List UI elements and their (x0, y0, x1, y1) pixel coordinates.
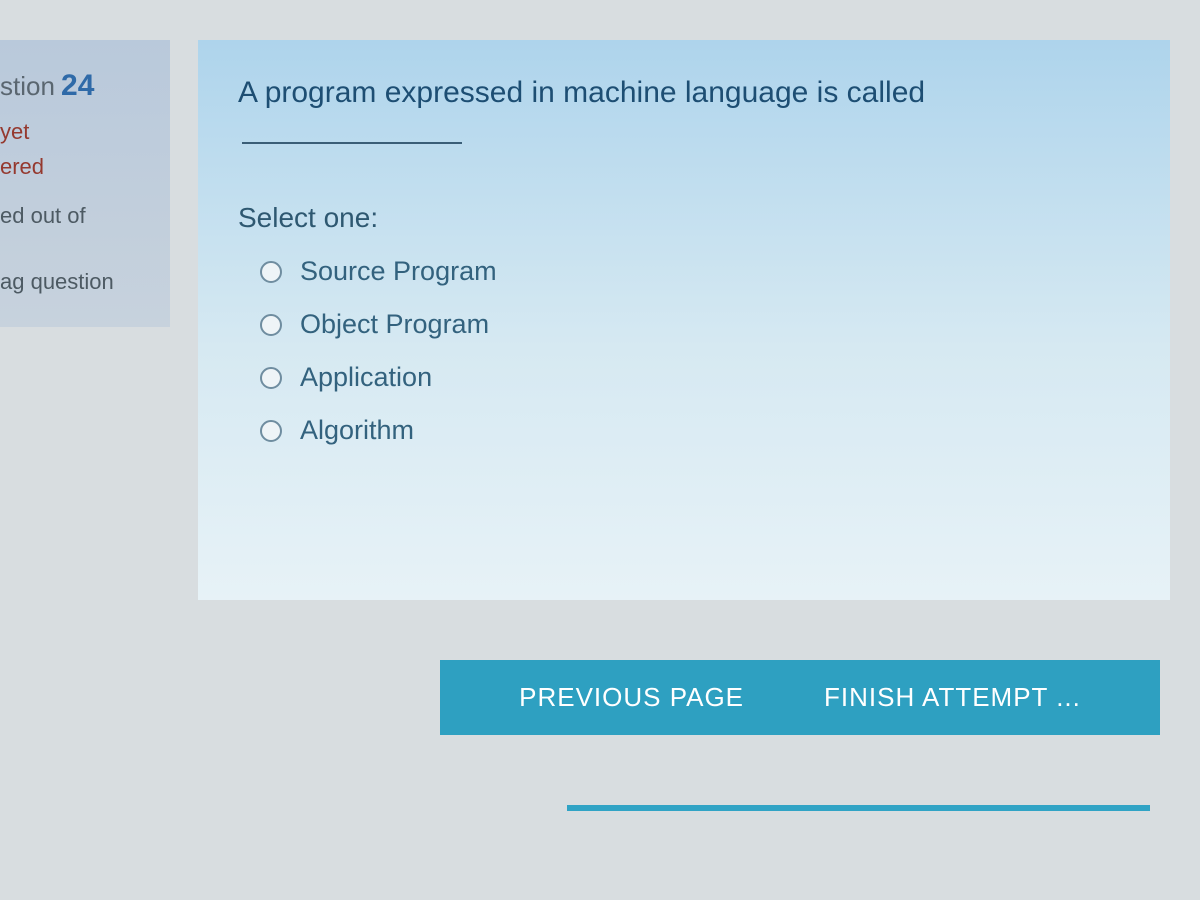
option-source-program[interactable]: Source Program (260, 256, 1130, 287)
question-stem: A program expressed in machine language … (238, 76, 925, 109)
radio-icon (260, 420, 282, 442)
flag-question-link[interactable]: ag question (0, 264, 160, 299)
select-one-label: Select one: (238, 202, 1130, 234)
radio-icon (260, 261, 282, 283)
question-card: A program expressed in machine language … (198, 40, 1170, 600)
option-label: Source Program (300, 256, 497, 287)
divider-line (567, 805, 1150, 811)
question-text: A program expressed in machine language … (238, 72, 1130, 156)
option-application[interactable]: Application (260, 362, 1130, 393)
question-number: 24 (61, 69, 94, 102)
question-info-panel: stion 24 yet ered ed out of ag question (0, 40, 170, 327)
radio-icon (260, 314, 282, 336)
radio-icon (260, 367, 282, 389)
option-label: Object Program (300, 309, 489, 340)
finish-attempt-button[interactable]: FINISH ATTEMPT ... (824, 682, 1081, 713)
option-label: Application (300, 362, 432, 393)
marks-label: ed out of (0, 198, 160, 233)
option-algorithm[interactable]: Algorithm (260, 415, 1130, 446)
question-label: stion (0, 71, 55, 101)
options-group: Source Program Object Program Applicatio… (238, 256, 1130, 446)
option-object-program[interactable]: Object Program (260, 309, 1130, 340)
answer-blank (242, 126, 462, 144)
previous-page-button[interactable]: PREVIOUS PAGE (519, 682, 744, 713)
answer-status-line1: yet (0, 114, 160, 149)
option-label: Algorithm (300, 415, 414, 446)
navigation-bar: PREVIOUS PAGE FINISH ATTEMPT ... (440, 660, 1160, 735)
answer-status-line2: ered (0, 149, 160, 184)
